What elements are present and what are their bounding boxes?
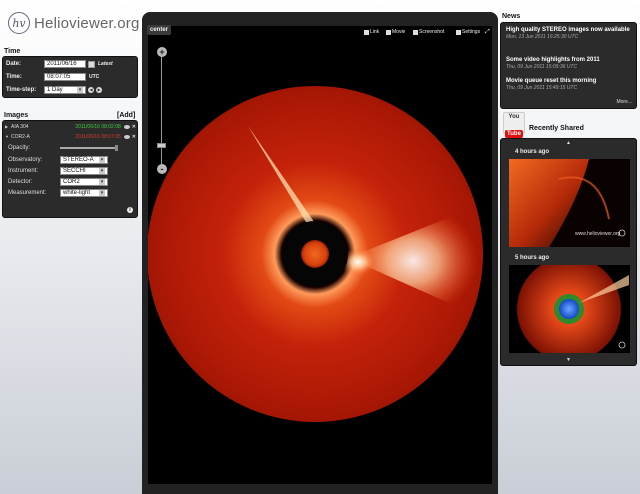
app-title: Helioviewer.org — [34, 14, 140, 32]
aia-prominence-preview: www.helioviewer.org — [509, 159, 630, 247]
layer-name: COR2-A — [11, 133, 30, 140]
solar-image-viewport[interactable] — [148, 26, 492, 484]
timestep-label: Time-step: — [6, 87, 37, 93]
zoom-slider-handle[interactable] — [157, 143, 166, 148]
layer-date: 2011/06/16 08:02:08 — [75, 123, 121, 130]
chevron-down-icon: ▾ — [99, 179, 105, 185]
latest-link[interactable]: Latest — [98, 61, 113, 67]
zoom-in-button[interactable]: + — [157, 47, 167, 57]
info-icon[interactable]: i — [127, 207, 133, 213]
news-title[interactable]: Some video highlights from 2011 — [506, 56, 634, 64]
remove-layer-icon[interactable]: ✕ — [132, 124, 136, 130]
timezone-label: UTC — [89, 74, 100, 80]
date-input[interactable]: 2011/06/16 — [44, 60, 86, 68]
news-more-link[interactable]: More... — [616, 99, 632, 105]
movie-label: Movie — [392, 29, 406, 35]
images-section-title: Images — [4, 112, 29, 119]
settings-button[interactable]: Settings — [456, 28, 480, 36]
remove-layer-icon[interactable]: ✕ — [132, 134, 136, 140]
center-button[interactable]: center — [147, 25, 172, 35]
link-button[interactable]: Link — [364, 28, 379, 36]
layer-row-aia[interactable]: ▶ AIA 304 2011/06/16 08:02:08 ✕ — [5, 123, 136, 130]
movie-icon — [386, 29, 391, 35]
shared-video-thumbnail[interactable] — [509, 265, 630, 353]
observatory-value: STEREO-A — [63, 156, 94, 163]
recently-shared-title: Recently Shared — [529, 125, 584, 132]
news-title[interactable]: High quality STEREO images now available — [506, 26, 634, 34]
fullscreen-icon[interactable]: ⤢ — [485, 28, 490, 36]
helioviewer-logo[interactable]: hv Helioviewer.org — [8, 12, 140, 34]
measurement-label: Measurement: — [8, 190, 47, 196]
layer-date: 2011/06/16 08:07:05 — [75, 133, 121, 140]
cor2-coronagraph-image — [148, 26, 492, 484]
settings-label: Settings — [462, 29, 481, 35]
news-item[interactable]: Some video highlights from 2011 Thu, 09 … — [506, 56, 634, 70]
measurement-value: white-light — [63, 189, 91, 196]
layer-row-cor2[interactable]: ▼ COR2-A 2011/06/16 08:07:05 ✕ — [5, 133, 136, 140]
link-label: Link — [370, 29, 380, 35]
cor2-composite-preview — [509, 265, 630, 353]
screenshot-label: Screenshot — [419, 29, 445, 35]
layer-name: AIA 304 — [11, 123, 29, 130]
detector-value: COR2 — [63, 178, 80, 185]
add-layer-link[interactable]: [Add] — [117, 112, 135, 119]
chevron-down-icon: ▾ — [99, 190, 105, 196]
shared-video-thumbnail[interactable]: www.helioviewer.org — [509, 159, 630, 247]
zoom-slider-track[interactable] — [161, 56, 162, 166]
video-age: 4 hours ago — [515, 149, 550, 155]
chevron-down-icon: ▾ — [99, 157, 105, 163]
visibility-eye-icon[interactable] — [123, 124, 130, 129]
news-section-title: News — [502, 13, 521, 20]
instrument-value: SECCHI — [63, 167, 86, 174]
youtube-logo-tube: Tube — [505, 130, 523, 138]
youtube-logo-you: You — [508, 114, 520, 120]
timestep-value: 1 Day — [47, 86, 63, 93]
instrument-label: Instrument: — [8, 168, 39, 174]
calendar-icon[interactable] — [88, 60, 95, 68]
opacity-label: Opacity: — [8, 145, 31, 151]
thumbnail-watermark: www.helioviewer.org — [575, 231, 621, 237]
chevron-down-icon: ▾ — [99, 168, 105, 174]
gear-icon — [456, 29, 461, 35]
sun-disk — [301, 240, 329, 268]
news-date: Thu, 09 Jun 2011 15:09:36 UTC — [506, 64, 578, 70]
images-panel: ▶ AIA 304 2011/06/16 08:02:08 ✕ ▼ COR2-A… — [2, 120, 138, 218]
detector-select[interactable]: COR2 ▾ — [60, 178, 108, 186]
news-date: Thu, 09 Jun 2011 15:49:15 UTC — [506, 85, 578, 91]
news-panel: High quality STEREO images now available… — [500, 22, 637, 109]
news-item[interactable]: High quality STEREO images now available… — [506, 26, 634, 40]
detector-label: Detector: — [8, 179, 33, 185]
opacity-slider-handle[interactable] — [115, 145, 118, 151]
chevron-down-icon: ▾ — [77, 87, 83, 93]
time-input[interactable]: 08:07:05 — [44, 73, 86, 81]
link-icon — [364, 29, 369, 35]
news-item[interactable]: Movie queue reset this morning Thu, 09 J… — [506, 77, 634, 91]
time-section-title: Time — [4, 48, 21, 55]
time-label: Time: — [6, 74, 22, 80]
recently-shared-panel: ▲ 4 hours ago www.helioviewer.org 5 hour… — [500, 138, 637, 366]
scroll-down-arrow-icon[interactable]: ▼ — [501, 357, 636, 363]
date-label: Date: — [6, 61, 22, 67]
instrument-select[interactable]: SECCHI ▾ — [60, 167, 108, 175]
step-back-icon[interactable]: ◀ — [88, 87, 94, 93]
observatory-select[interactable]: STEREO-A ▾ — [60, 156, 108, 164]
hv-logo-icon: hv — [8, 12, 30, 34]
visibility-eye-icon[interactable] — [123, 134, 130, 139]
video-age: 5 hours ago — [515, 255, 550, 261]
measurement-select[interactable]: white-light ▾ — [60, 189, 108, 197]
scroll-up-arrow-icon[interactable]: ▲ — [501, 140, 636, 146]
news-title[interactable]: Movie queue reset this morning — [506, 77, 634, 85]
opacity-slider[interactable] — [60, 145, 118, 151]
movie-button[interactable]: Movie — [386, 28, 405, 36]
zoom-out-button[interactable]: - — [157, 164, 167, 174]
screenshot-button[interactable]: Screenshot — [413, 28, 444, 36]
youtube-logo[interactable]: You Tube — [503, 112, 525, 138]
news-date: Mon, 13 Jun 2011 16:25:30 UTC — [506, 34, 579, 40]
time-panel: Date: 2011/06/16 Latest Time: 08:07:05 U… — [2, 56, 138, 98]
observatory-label: Observatory: — [8, 157, 43, 163]
timestep-select[interactable]: 1 Day ▾ — [44, 86, 86, 94]
screenshot-icon — [413, 29, 418, 35]
step-forward-icon[interactable]: ▶ — [96, 87, 102, 93]
